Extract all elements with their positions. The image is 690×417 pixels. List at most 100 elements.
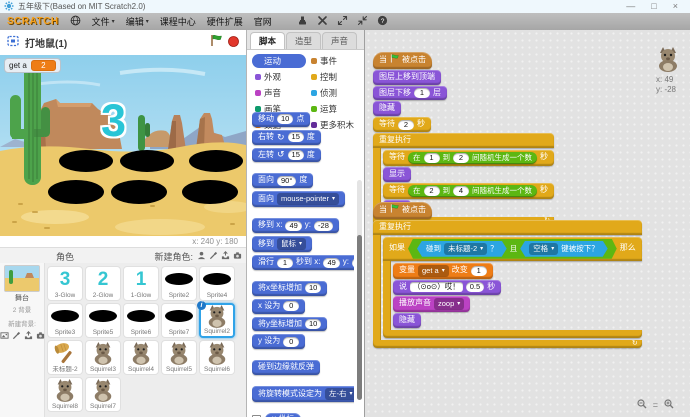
block-when-flag-clicked[interactable]: 当被点击 [373, 202, 432, 219]
palette-scrollbar-thumb[interactable] [357, 235, 362, 400]
block-hide[interactable]: 隐藏 [393, 313, 421, 328]
countdown-sprite[interactable]: 3 [101, 98, 126, 143]
block-dropdown[interactable]: 空格▾ [529, 243, 558, 255]
boolean-block[interactable]: 空格▾键被按下？ [520, 241, 608, 257]
grow-icon[interactable] [337, 15, 348, 28]
block-go-back-layers[interactable]: 图层下移1层 [373, 86, 447, 101]
sprite-thumbnail-Squirrel2[interactable]: Squirrel2i [199, 303, 235, 338]
block-bounce-on-edge[interactable]: 碰到边缘就反弹 [252, 360, 320, 375]
green-flag-button[interactable] [210, 34, 223, 52]
tab-脚本[interactable]: 脚本 [250, 32, 285, 49]
menu-item-4[interactable]: 官网 [254, 15, 272, 28]
block-say-for-secs[interactable]: 说（⊙o⊙）哎！0.5秒 [393, 280, 501, 295]
tab-声音[interactable]: 声音 [322, 32, 357, 49]
block-number-input[interactable]: 49 [285, 221, 301, 231]
menu-item-2[interactable]: 课程中心 [160, 15, 196, 28]
reporter-block[interactable]: 在2到4间随机生成一个数 [408, 185, 537, 197]
presentation-mode-icon[interactable] [7, 34, 19, 52]
block-show[interactable]: 显示 [383, 167, 411, 182]
category-外观[interactable]: 外观 [252, 70, 306, 84]
new-sprite-camera-icon[interactable] [233, 251, 242, 262]
stage-canvas[interactable]: get a 2 3 [0, 55, 246, 236]
block-number-input[interactable]: 0.5 [466, 282, 484, 292]
stage-thumbnail[interactable] [4, 265, 40, 292]
block-number-input[interactable]: 4 [453, 186, 469, 196]
sprite-thumbnail-Squirrel8[interactable]: Squirrel8 [47, 377, 83, 412]
sprite-thumbnail-Sprite5[interactable]: Sprite5 [85, 303, 121, 338]
delete-icon[interactable] [317, 15, 328, 28]
new-sprite-brush-icon[interactable] [209, 251, 218, 262]
sprite-thumbnail-1-Glow[interactable]: 11-Glow [123, 266, 159, 301]
block-number-input[interactable]: 2 [453, 153, 469, 163]
block-point-in-direction[interactable]: 面向90°度 [252, 173, 313, 188]
sprite-thumbnail-未标题-2[interactable]: 未标题-2 [47, 340, 83, 375]
block-glide-to-xy[interactable]: 滑行1秒到 x:49y:-28 [252, 255, 354, 270]
block-go-to-front-layer[interactable]: 图层上移到顶端 [373, 70, 441, 85]
block-dropdown[interactable]: zoop▾ [434, 298, 464, 310]
block-change-x-by[interactable]: 将x坐标增加10 [252, 281, 327, 296]
new-sprite-folder-icon[interactable] [221, 251, 230, 262]
close-button[interactable]: × [673, 0, 678, 13]
block-move-steps[interactable]: 移动10点 [252, 112, 310, 127]
block-turn-right[interactable]: 右转↻15度 [252, 130, 321, 145]
zoom-in-icon[interactable] [664, 399, 674, 411]
sprite-thumbnail-3-Glow[interactable]: 33-Glow [47, 266, 83, 301]
sprite-thumbnail-Sprite6[interactable]: Sprite6 [123, 303, 159, 338]
category-侦测[interactable]: 侦测 [308, 86, 362, 100]
stage-selector[interactable]: 舞台 2 背景 新建背景: [0, 263, 45, 417]
new-sprite-person-icon[interactable] [197, 251, 206, 262]
block-set-y-to[interactable]: y 设为0 [252, 334, 305, 349]
reporter-block[interactable]: 在1到2间随机生成一个数 [408, 152, 537, 164]
block-number-input[interactable]: 1 [277, 258, 293, 268]
block-text-input[interactable]: （⊙o⊙）哎！ [410, 282, 463, 292]
block-turn-left[interactable]: 左转↺15度 [252, 148, 321, 163]
block-number-input[interactable]: 1 [424, 153, 440, 163]
block-wait-random-secs[interactable]: 等待在1到2间随机生成一个数秒 [383, 150, 554, 166]
block-number-input[interactable]: 1 [414, 88, 430, 98]
block-dropdown[interactable]: 左-右▾ [325, 388, 354, 400]
block-number-input[interactable]: 10 [305, 283, 321, 293]
stop-button[interactable] [228, 34, 239, 52]
menu-item-0[interactable]: 文件▾ [92, 15, 115, 28]
block-play-sound[interactable]: 播放声音zoop▾ [393, 296, 470, 312]
scripts-area[interactable]: x: 49 y: -28 当被点击图层上移到顶端图层下移1层隐藏等待2秒重复执行… [365, 30, 690, 417]
maximize-button[interactable]: □ [651, 0, 656, 13]
zoom-out-icon[interactable] [637, 399, 647, 411]
category-运动[interactable]: 运动 [252, 54, 306, 68]
new-backdrop-camera-icon[interactable] [36, 331, 45, 342]
block-if-then[interactable]: 如果碰到未标题-2▾？且空格▾键被按下？那么变量get a▾改变1说（⊙o⊙）哎… [383, 237, 642, 338]
block-change-y-by[interactable]: 将y坐标增加10 [252, 317, 327, 332]
new-backdrop-brush-icon[interactable] [12, 331, 21, 342]
globe-icon[interactable] [70, 15, 81, 28]
category-事件[interactable]: 事件 [308, 54, 362, 68]
zoom-reset-button[interactable]: = [653, 401, 658, 410]
block-number-input[interactable]: 15 [288, 132, 304, 142]
shrink-icon[interactable] [357, 15, 368, 28]
block-wait-random-secs[interactable]: 等待在2到4间随机生成一个数秒 [383, 183, 554, 199]
sprite-thumbnail-2-Glow[interactable]: 22-Glow [85, 266, 121, 301]
block-number-input[interactable]: -28 [314, 221, 333, 231]
block-number-input[interactable]: 15 [288, 150, 304, 160]
block-dropdown[interactable]: 未标题-2▾ [444, 243, 487, 255]
sprite-thumbnail-Squirrel5[interactable]: Squirrel5 [161, 340, 197, 375]
block-number-input[interactable]: 1 [471, 266, 487, 276]
block-hide[interactable]: 隐藏 [373, 101, 401, 116]
info-icon[interactable]: i [197, 301, 206, 310]
block-wait-secs[interactable]: 等待2秒 [373, 117, 431, 132]
current-sprite-thumbnail[interactable] [656, 46, 680, 74]
minimize-button[interactable]: — [626, 0, 635, 13]
variable-monitor[interactable]: get a 2 [4, 58, 61, 73]
block-number-input[interactable]: 0 [283, 301, 299, 311]
block-number-input[interactable]: 10 [277, 114, 293, 124]
category-控制[interactable]: 控制 [308, 70, 362, 84]
sprite-thumbnail-Sprite3[interactable]: Sprite3 [47, 303, 83, 338]
block-number-input[interactable]: -28 [352, 258, 354, 268]
block-point-towards[interactable]: 面向mouse-pointer▾ [252, 191, 345, 207]
block-number-input[interactable]: 90° [277, 176, 296, 186]
boolean-block[interactable]: 碰到未标题-2▾？且空格▾键被按下？ [408, 239, 617, 259]
sprite-thumbnail-Sprite2[interactable]: Sprite2 [161, 266, 197, 301]
block-when-flag-clicked[interactable]: 当被点击 [373, 52, 432, 69]
new-backdrop-image-icon[interactable] [0, 331, 9, 342]
duplicate-icon[interactable] [297, 15, 308, 28]
sprite-thumbnail-Sprite4[interactable]: Sprite4 [199, 266, 235, 301]
